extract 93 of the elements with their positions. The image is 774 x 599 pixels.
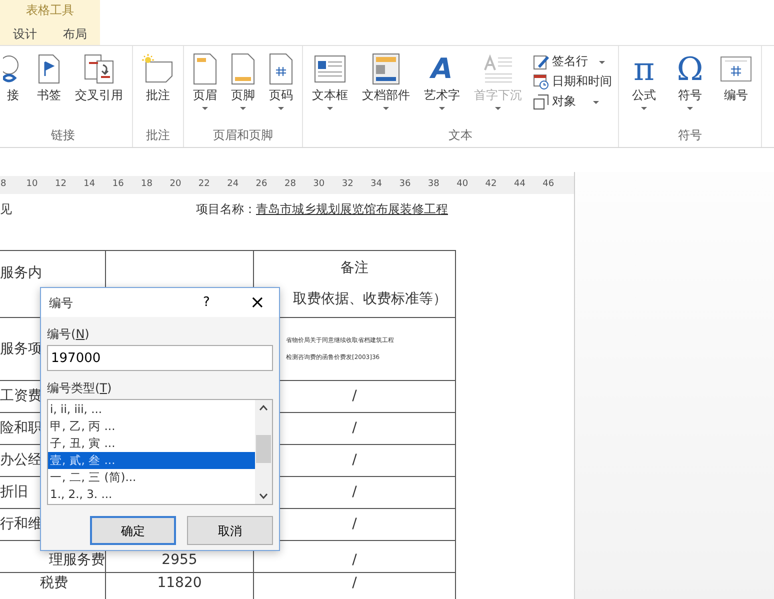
header-icon	[193, 52, 217, 86]
table-cell: /	[352, 552, 357, 568]
table-cell: 理服务费	[49, 552, 105, 568]
ribbon-button[interactable]: 页眉	[188, 52, 222, 126]
ruler-number: 38	[426, 178, 440, 192]
body-text: 见	[0, 201, 12, 218]
ok-button[interactable]: 确定	[90, 516, 176, 545]
table-cell: /	[352, 452, 357, 468]
field-label: 编号类型(T)	[47, 380, 113, 397]
table-cell: 折旧	[0, 484, 28, 500]
ribbon-button[interactable]: 签名行	[531, 52, 614, 70]
ruler-number: 10	[25, 178, 39, 192]
ruler-number: 34	[370, 178, 383, 192]
close-button[interactable]: ×	[236, 294, 279, 312]
dialog-title: 编号	[49, 294, 73, 312]
ribbon-button[interactable]: 页脚	[226, 52, 260, 126]
ruler-number: 44	[512, 178, 526, 192]
ribbon-tab[interactable]: 设计	[11, 25, 39, 43]
list-item[interactable]: 1., 2., 3. ...	[48, 486, 255, 503]
table-cell-text: 取费依据、收费标准等）	[293, 290, 447, 309]
table-cell: 11820	[157, 575, 202, 591]
list-item[interactable]: 子, 丑, 寅 ...	[48, 435, 255, 452]
list-item[interactable]: 甲, 乙, 丙 ...	[48, 418, 255, 435]
ruler-number: 26	[254, 178, 268, 192]
page-number-icon	[269, 52, 293, 86]
bookmark-icon	[37, 52, 61, 86]
ribbon-button[interactable]: π 公式	[623, 52, 665, 126]
ribbon-button[interactable]: 页码	[264, 52, 298, 126]
field-label: 编号(N)	[47, 326, 90, 343]
group-label: 文本	[448, 127, 474, 144]
ribbon-button[interactable]: 文档部件	[357, 52, 415, 126]
ribbon-button[interactable]: 对象	[531, 92, 614, 110]
ribbon-button[interactable]: 交叉引用	[70, 52, 128, 126]
table-cell: /	[352, 388, 357, 404]
list-item[interactable]: 壹, 貳, 叁 ...	[48, 452, 255, 469]
ruler-number: 8	[0, 178, 8, 192]
number-field[interactable]: 197000	[47, 345, 273, 371]
symbol-icon: A	[426, 52, 458, 86]
ribbon-tab[interactable]: 布局	[61, 25, 89, 43]
ruler-number: 14	[82, 178, 96, 192]
ruler-number: 12	[54, 178, 68, 192]
ruler-number: 16	[111, 178, 125, 192]
table-cell: 行和维	[0, 516, 42, 532]
scroll-thumb[interactable]	[256, 435, 271, 463]
table-cell: 税费	[40, 575, 68, 591]
ruler-number: 32	[340, 178, 354, 192]
cross-reference-icon	[83, 52, 115, 86]
ribbon-button[interactable]: 书签	[32, 52, 66, 126]
symbol-icon: Ω	[674, 52, 706, 86]
project-line: 项目名称：青岛市城乡规划展览馆布展装修工程	[196, 201, 448, 218]
table-cell: /	[352, 420, 357, 436]
scroll-down-icon[interactable]	[259, 493, 268, 499]
table-cell: 服务内	[0, 265, 42, 281]
ruler-number: 40	[456, 178, 470, 192]
table-cell: 服务项	[0, 340, 42, 356]
symbol-icon: π	[628, 52, 660, 86]
ruler-number: 46	[542, 178, 556, 192]
ruler-number: 20	[168, 178, 182, 192]
ribbon-button[interactable]: 批注	[137, 52, 179, 126]
ribbon-button[interactable]: 文本框	[307, 52, 353, 126]
ruler-number: 22	[197, 178, 211, 192]
ruler-number: 24	[226, 178, 240, 192]
list-item[interactable]: i, ii, iii, ...	[48, 401, 255, 418]
ruler-number: 30	[312, 178, 326, 192]
calendar-clock-icon	[533, 72, 549, 90]
table-cell: 2955	[162, 552, 198, 568]
help-button[interactable]: ?	[177, 292, 236, 312]
ribbon-button[interactable]: A 艺术字	[419, 52, 465, 126]
ribbon-button[interactable]: 接	[0, 52, 28, 126]
table-cell: 办公经	[0, 452, 42, 468]
group-label: 页眉和页脚	[212, 127, 274, 144]
ruler-number: 28	[283, 178, 297, 192]
footer-icon	[231, 52, 255, 86]
list-item[interactable]: 一, 二, 三 (简)...	[48, 469, 255, 486]
document-parts-icon	[372, 52, 400, 86]
ruler-number: 18	[140, 178, 154, 192]
table-cell: 工资费	[0, 388, 42, 404]
table-cell: /	[352, 484, 357, 500]
group-label: 符号	[677, 127, 703, 144]
group-label: 批注	[145, 127, 171, 144]
table-cell-text: 备注	[340, 259, 370, 278]
ruler-number: 42	[484, 178, 498, 192]
ribbon-button[interactable]: 编号	[715, 52, 757, 126]
context-tab-label: 表格工具	[26, 2, 74, 19]
scrollbar[interactable]	[255, 400, 272, 504]
table-cell: /	[352, 516, 357, 532]
ruler-number: 36	[398, 178, 412, 192]
ribbon-button[interactable]: 日期和时间	[531, 72, 614, 90]
cancel-button[interactable]: 取消	[187, 516, 273, 545]
table-cell: /	[352, 575, 357, 591]
object-icon	[533, 92, 549, 110]
group-label: 链接	[50, 127, 76, 144]
ribbon-button[interactable]: Ω 符号	[669, 52, 711, 126]
